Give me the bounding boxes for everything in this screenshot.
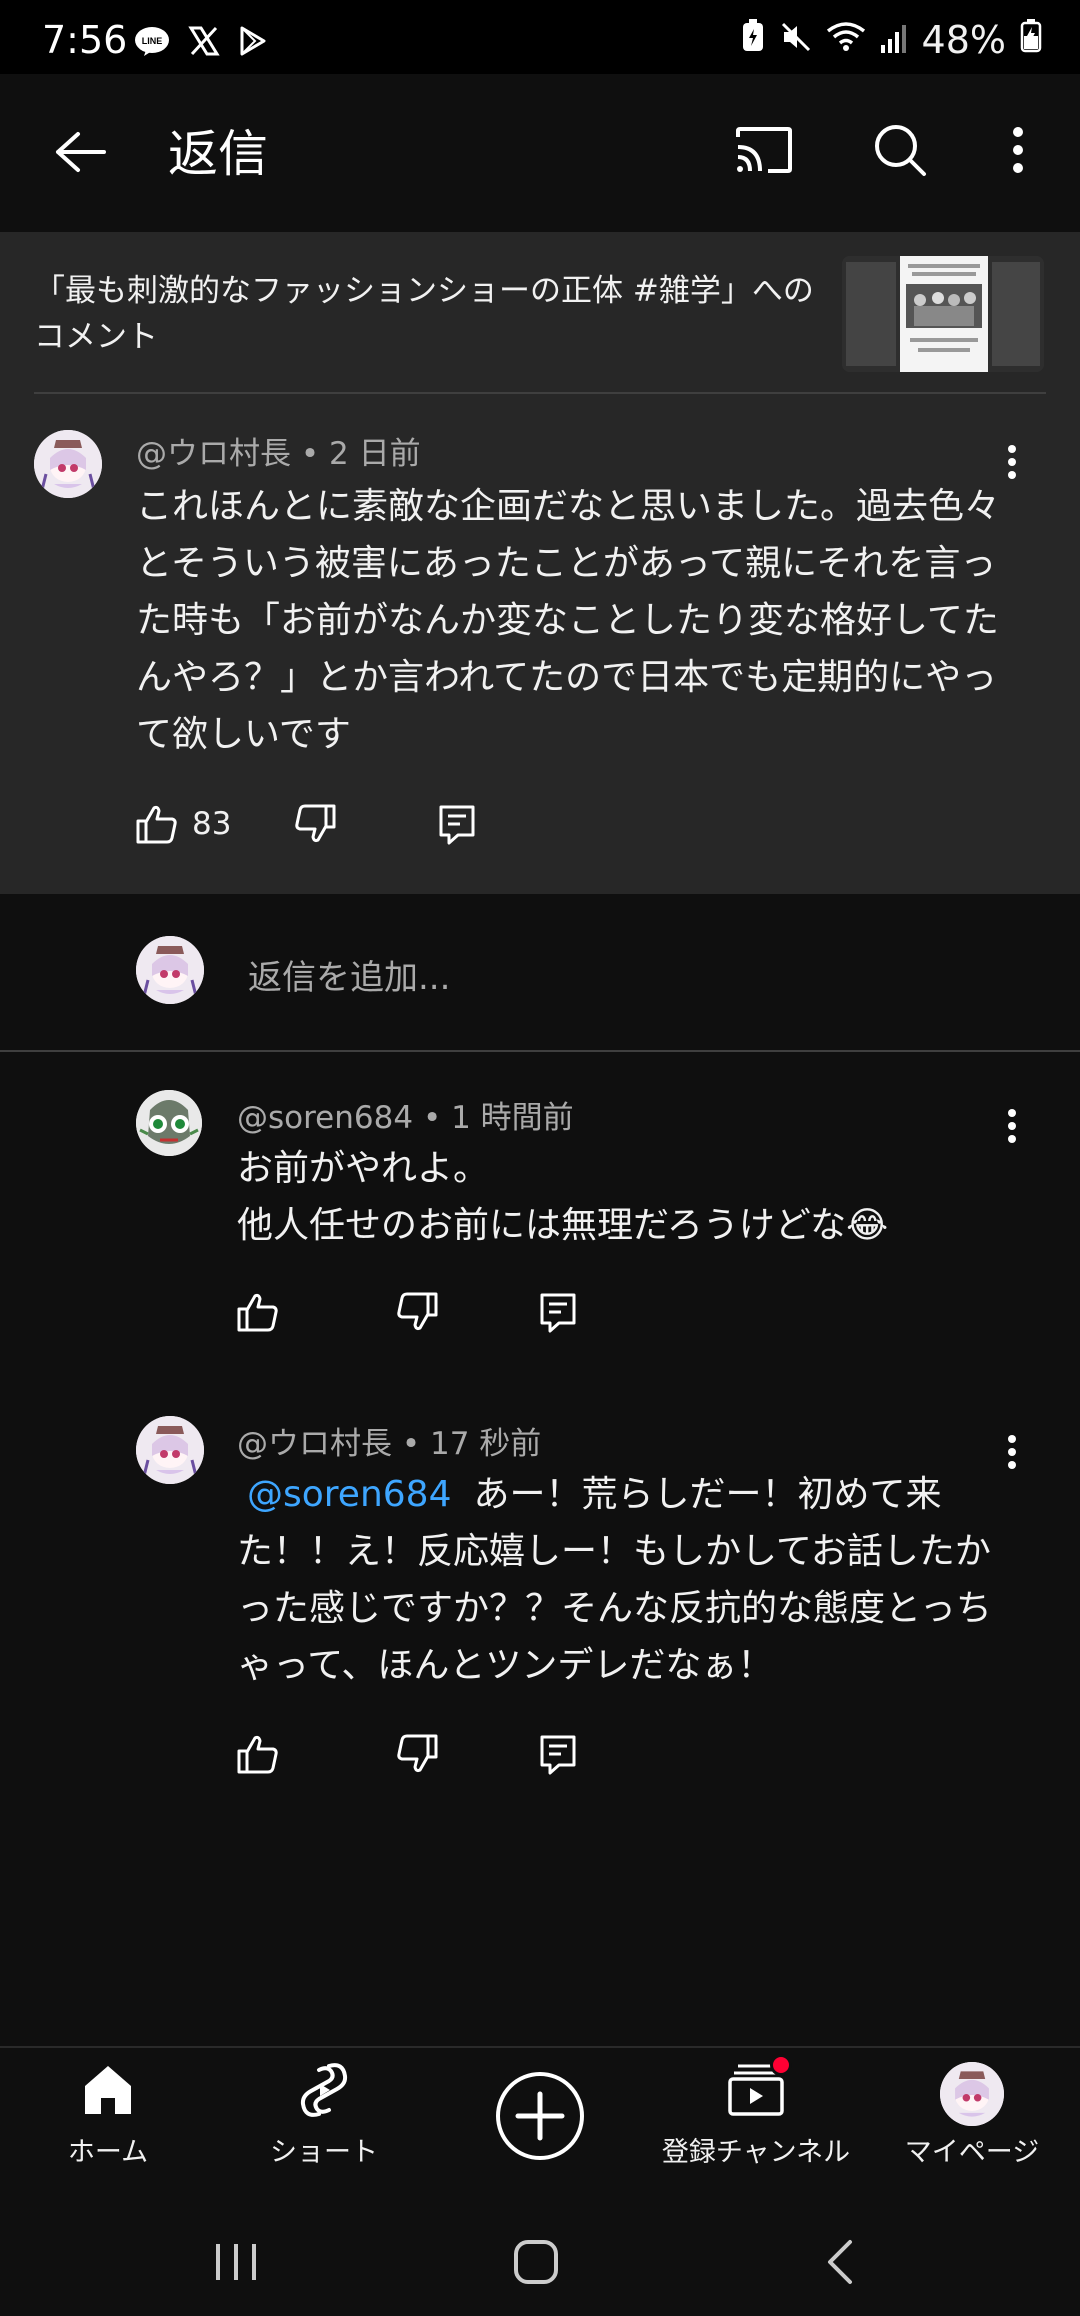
dislike-button[interactable] <box>396 1734 438 1774</box>
comment-body: お前がやれよ。 他人任せのお前には無理だろうけどな😂 <box>237 1140 1037 1254</box>
more-options-button[interactable] <box>982 114 1054 186</box>
signal-icon <box>880 18 908 62</box>
x-icon <box>188 26 220 60</box>
nav-label: マイページ <box>904 2137 1040 2168</box>
comment-time: 1 時間前 <box>451 1100 574 1136</box>
avatar <box>940 2062 1004 2126</box>
nav-create[interactable] <box>432 2070 648 2166</box>
reply-item: @soren684 • 1 時間前 お前がやれよ。 他人任せのお前には無理だろう… <box>0 1052 1080 1368</box>
battery-icon <box>1020 18 1042 62</box>
battery-level: 48% <box>921 18 1006 62</box>
notification-dot <box>770 2054 792 2076</box>
cast-button[interactable] <box>728 114 800 186</box>
comment-time: 17 秒前 <box>430 1426 542 1462</box>
video-context[interactable]: 「最も刺激的なファッションショーの正体 #雑学」へのコメント <box>0 232 1080 394</box>
create-plus-icon <box>496 2072 584 2160</box>
video-context-text: 「最も刺激的なファッションショーの正体 #雑学」へのコメント <box>34 273 814 355</box>
like-button[interactable] <box>237 1734 279 1774</box>
meta-separator: • <box>300 436 329 472</box>
search-button[interactable] <box>864 114 936 186</box>
line-icon: LINE <box>134 26 170 60</box>
parent-comment: @ウロ村長 • 2 日前 これほんとに素敵な企画だなと思いました。過去色々とそう… <box>0 394 1080 894</box>
status-time: 7:56 <box>42 18 128 62</box>
back-chevron-icon <box>828 2240 852 2284</box>
reply-meta: @soren684 • 1 時間前 <box>237 1092 574 1137</box>
video-thumbnail[interactable] <box>842 256 1044 372</box>
thumbs-up-icon <box>237 1735 278 1774</box>
page-title: 返信 <box>168 125 268 183</box>
search-icon <box>875 125 926 176</box>
recent-apps-button[interactable] <box>196 2232 276 2292</box>
avatar[interactable] <box>136 1416 204 1484</box>
mute-icon <box>780 18 812 62</box>
status-app-icons: LINE <box>134 26 268 60</box>
reply-button[interactable] <box>539 1734 577 1776</box>
status-right: 48% <box>740 18 1042 62</box>
like-button[interactable] <box>237 1292 279 1332</box>
comment-time: 2 日前 <box>329 436 421 472</box>
svg-text:LINE: LINE <box>142 36 163 46</box>
comment-author[interactable]: @soren684 <box>237 1100 413 1136</box>
wifi-icon <box>826 18 866 62</box>
thumbs-down-icon <box>397 1292 438 1331</box>
nav-shorts[interactable]: ショート <box>216 2062 432 2169</box>
reply-item: @ウロ村長 • 17 秒前 @soren684 あー！荒らしだー！初めて来た！！え… <box>0 1380 1080 1800</box>
status-bar: 7:56 LINE 48% <box>0 0 1080 74</box>
app-header: 返信 <box>0 74 1080 232</box>
nav-label: 登録チャンネル <box>661 2137 851 2168</box>
back-arrow-icon <box>56 132 106 172</box>
comment-body: これほんとに素敵な企画だなと思いました。過去色々とそういう被害にあったことがあっ… <box>136 486 1001 755</box>
battery-saver-icon <box>740 18 766 62</box>
meta-separator: • <box>422 1100 452 1136</box>
parent-comment-meta: @ウロ村長 • 2 日前 <box>136 428 421 473</box>
system-navigation-bar <box>0 2212 1080 2316</box>
thumbs-up-icon <box>237 1293 278 1332</box>
reply-input[interactable]: 返信を追加... <box>248 950 450 999</box>
more-vert-icon <box>1013 127 1023 173</box>
dislike-button[interactable] <box>396 1292 438 1332</box>
comment-body: @soren684 あー！荒らしだー！初めて来た！！え！反応嬉しー！もしかしてお話… <box>237 1466 1017 1694</box>
reply-comment-icon <box>439 805 475 845</box>
thumbs-down-icon <box>295 804 336 843</box>
reply-button[interactable] <box>438 804 476 846</box>
nav-my-page[interactable]: マイページ <box>864 2062 1080 2169</box>
nav-subscriptions[interactable]: 登録チャンネル <box>648 2054 864 2169</box>
comment-author[interactable]: @ウロ村長 <box>136 436 291 472</box>
more-vert-icon <box>1008 445 1016 479</box>
more-vert-icon <box>1008 1435 1016 1469</box>
dislike-button[interactable] <box>294 804 336 844</box>
avatar[interactable] <box>34 430 102 498</box>
back-system-button[interactable] <box>800 2232 880 2292</box>
nav-home[interactable]: ホーム <box>0 2062 216 2169</box>
comment-author[interactable]: @ウロ村長 <box>237 1426 392 1462</box>
like-button[interactable]: 83 <box>136 804 231 844</box>
bottom-navigation: ホーム ショート 登録チャンネル マイページ <box>0 2046 1080 2212</box>
home-system-button[interactable] <box>496 2232 576 2292</box>
nav-label: ショート <box>270 2137 378 2168</box>
more-vert-icon <box>1008 1109 1016 1143</box>
reply-comment-icon <box>540 1293 576 1333</box>
back-button[interactable] <box>44 116 116 188</box>
shorts-icon <box>300 2063 348 2117</box>
reply-meta: @ウロ村長 • 17 秒前 <box>237 1418 541 1463</box>
play-store-icon <box>238 26 268 60</box>
home-square-icon <box>514 2240 558 2284</box>
recent-apps-icon <box>216 2244 256 2280</box>
home-icon <box>85 2066 131 2114</box>
nav-label: ホーム <box>67 2137 149 2168</box>
avatar[interactable] <box>136 1090 202 1156</box>
mention-link[interactable]: @soren684 <box>247 1474 451 1515</box>
meta-separator: • <box>401 1426 430 1462</box>
reply-input-bar: 返信を追加... <box>0 894 1080 1050</box>
thumbs-down-icon <box>397 1734 438 1773</box>
thumbs-up-icon <box>136 805 177 844</box>
comment-line: 他人任せのお前には無理だろうけどな😂 <box>237 1205 889 1246</box>
avatar <box>136 936 204 1004</box>
like-count: 83 <box>192 806 232 842</box>
reply-button[interactable] <box>539 1292 577 1334</box>
cast-icon <box>736 127 792 173</box>
reply-comment-icon <box>540 1735 576 1775</box>
comment-line: お前がやれよ。 <box>237 1148 490 1189</box>
